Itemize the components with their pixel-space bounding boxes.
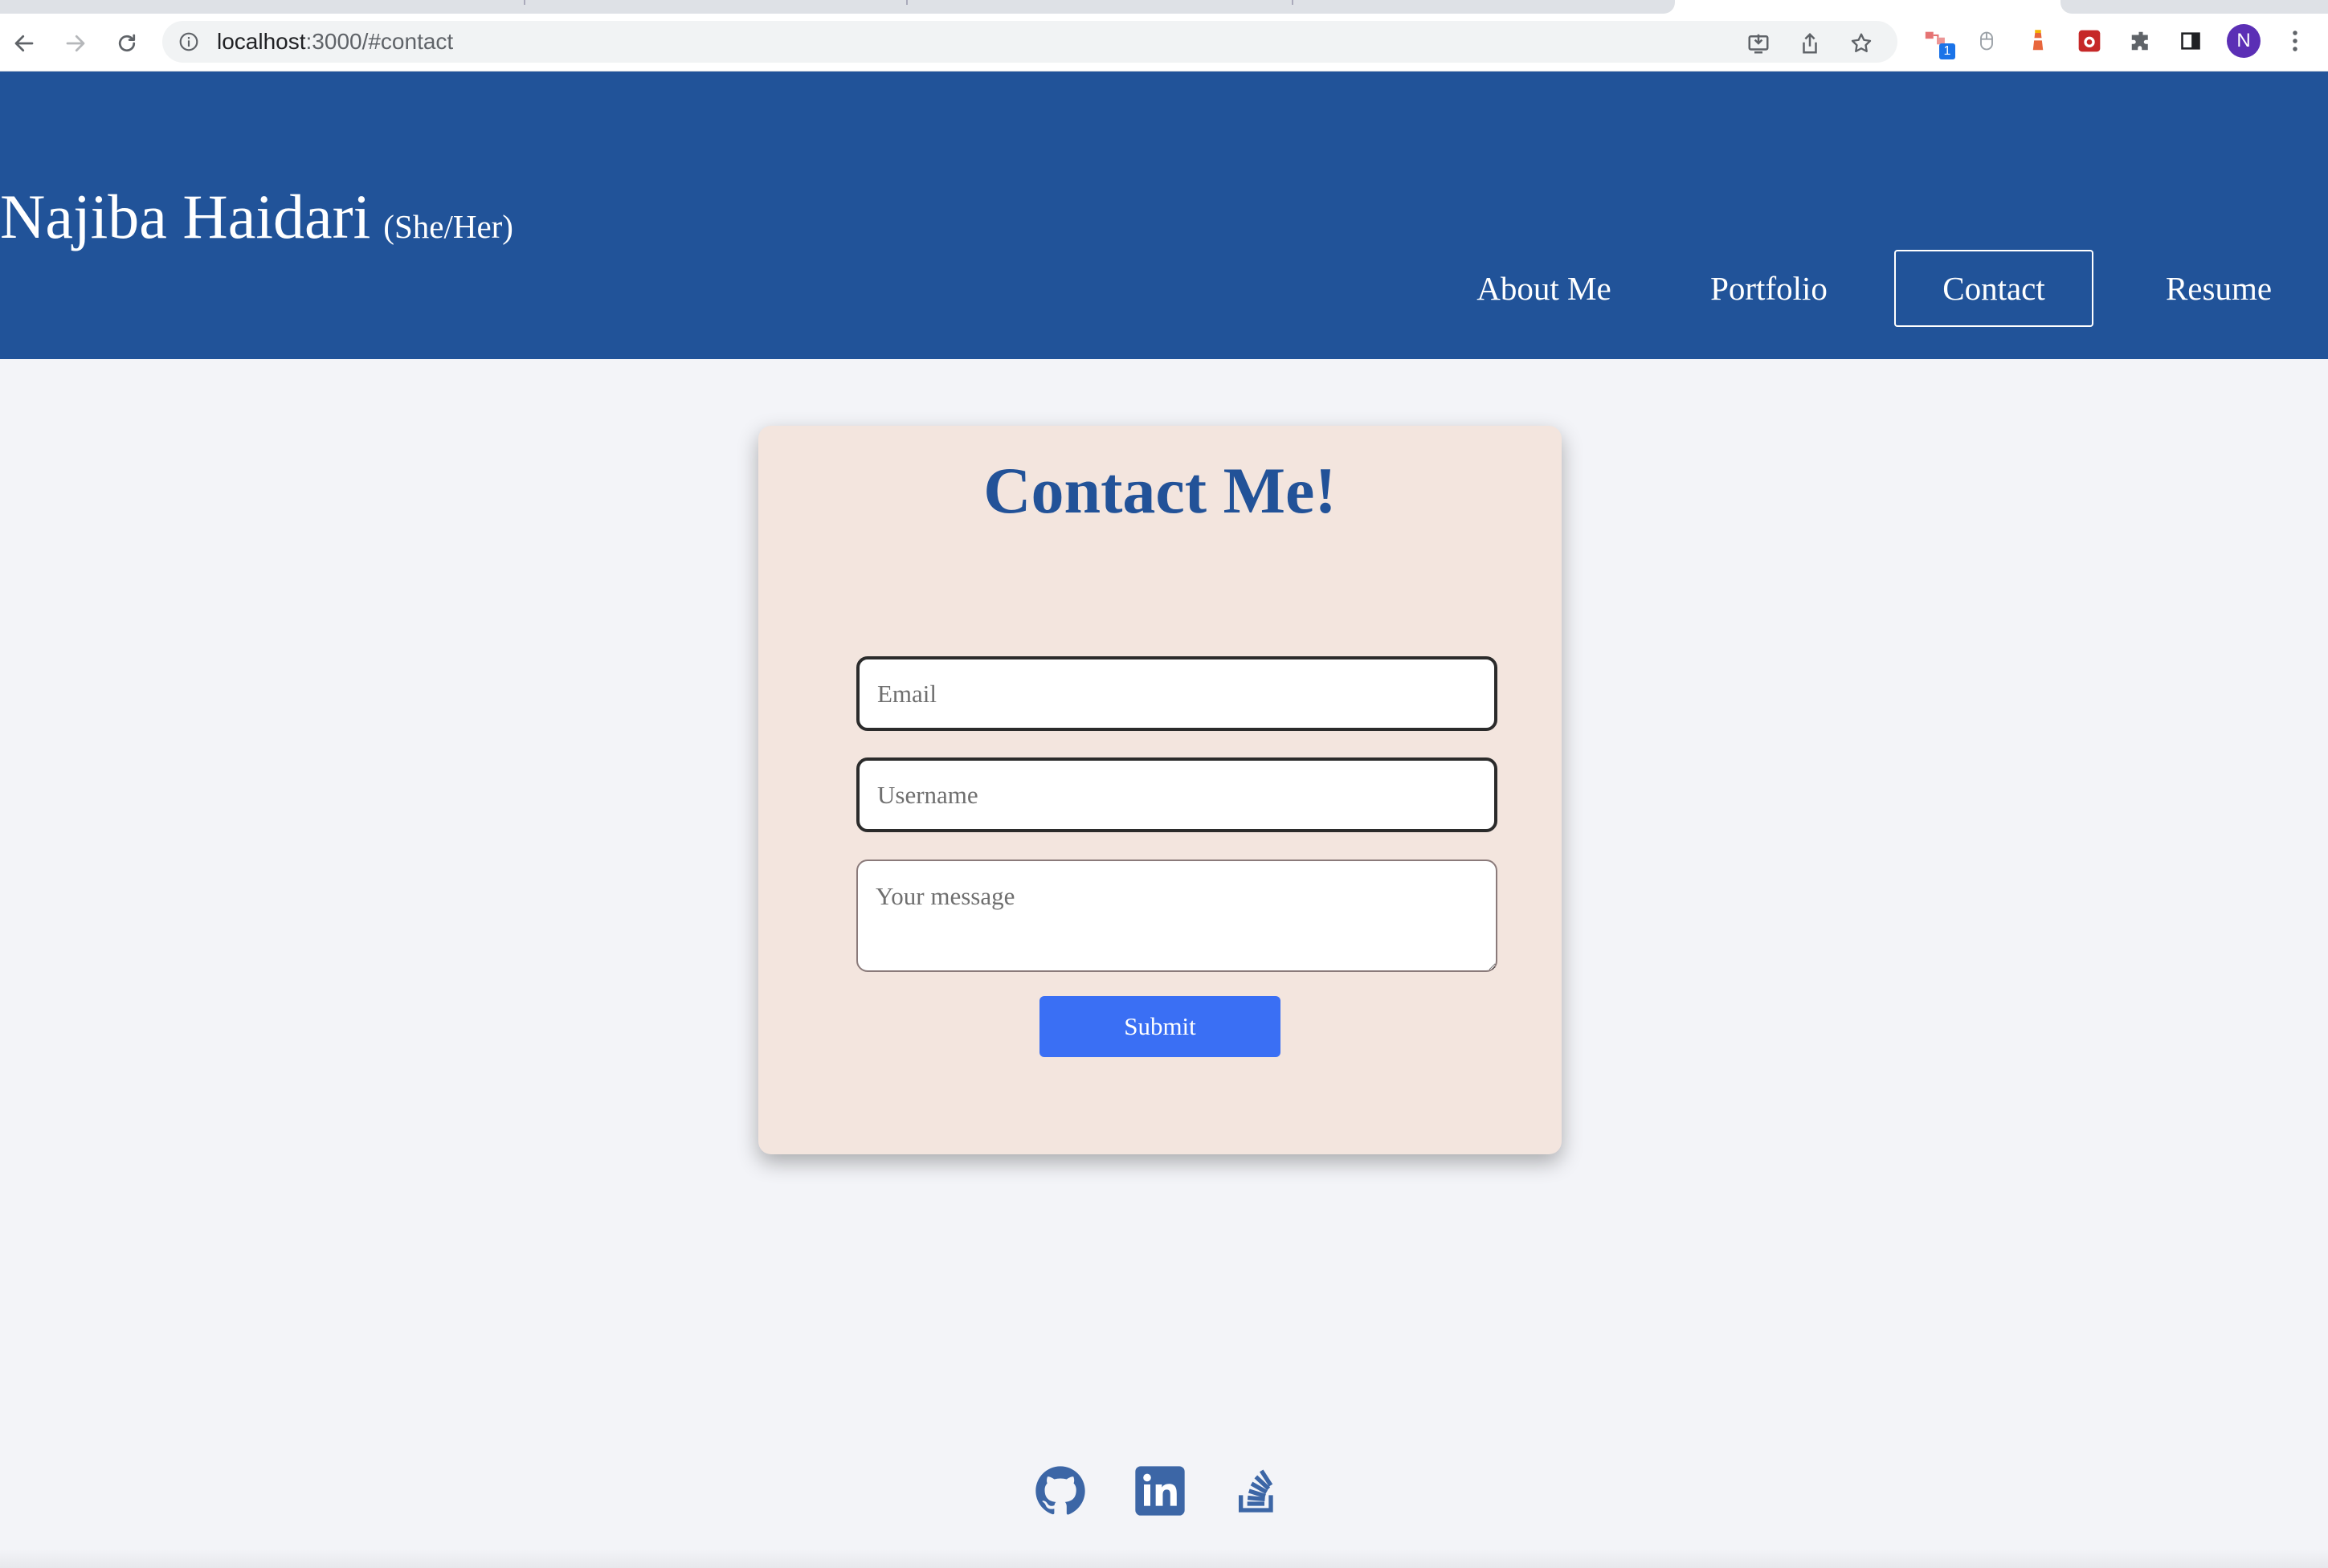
browser-menu-button[interactable] — [2280, 26, 2310, 56]
lighthouse-icon — [2032, 30, 2044, 51]
forward-button[interactable] — [59, 27, 92, 59]
username-field[interactable] — [856, 757, 1497, 832]
browser-toolbar: localhost:3000/#contact 1 N — [0, 14, 2328, 71]
linkedin-icon — [1135, 1466, 1185, 1516]
submit-button[interactable]: Submit — [1039, 996, 1280, 1057]
kebab-menu-icon — [2293, 31, 2297, 51]
install-app-icon[interactable] — [1746, 31, 1771, 55]
mouse-extension-icon[interactable] — [1971, 26, 2002, 56]
stackoverflow-link[interactable] — [1232, 1465, 1284, 1517]
pronouns: (She/Her) — [383, 208, 513, 245]
site-owner-name: Najiba Haidari — [0, 182, 371, 251]
inactive-tabs[interactable] — [0, 0, 1675, 14]
url-path: :3000/#contact — [305, 29, 454, 54]
lighthouse-extension-icon[interactable] — [2023, 26, 2053, 56]
tab-separator — [524, 0, 525, 5]
url-text[interactable]: localhost:3000/#contact — [217, 28, 453, 55]
back-button[interactable] — [8, 27, 40, 59]
site-header: Najiba Haidari (She/Her) About Me Portfol… — [0, 71, 2328, 359]
message-field[interactable] — [856, 860, 1497, 972]
url-host: localhost — [217, 29, 306, 54]
red-extension-icon[interactable] — [2074, 26, 2105, 56]
side-panel-button[interactable] — [2175, 26, 2206, 56]
nav-about-me[interactable]: About Me — [1454, 250, 1634, 327]
nav-resume[interactable]: Resume — [2146, 250, 2291, 327]
site-info-icon[interactable] — [178, 31, 199, 52]
browser-tab-strip — [0, 0, 2328, 14]
reload-button[interactable] — [111, 27, 143, 59]
mouse-icon — [1980, 31, 1993, 51]
stackoverflow-icon — [1239, 1469, 1273, 1513]
extension-badge: 1 — [1939, 43, 1955, 59]
bookmark-star-icon[interactable] — [1849, 31, 1873, 55]
side-panel-icon — [2181, 32, 2200, 50]
nav-portfolio[interactable]: Portfolio — [1687, 250, 1851, 327]
ladybug-extension-icon — [2078, 30, 2101, 52]
footer-edge — [0, 1549, 2328, 1568]
github-link[interactable] — [1035, 1465, 1086, 1517]
nav-contact[interactable]: Contact — [1894, 250, 2093, 327]
back-arrow-icon — [14, 35, 34, 52]
tab-separator — [906, 0, 908, 5]
inactive-tab-right[interactable] — [2060, 0, 2328, 14]
email-field[interactable] — [856, 656, 1497, 731]
tab-separator — [1292, 0, 1293, 5]
contact-title: Contact Me! — [983, 454, 1337, 527]
puzzle-icon — [2131, 31, 2148, 51]
github-icon — [1035, 1466, 1085, 1515]
extension-flow-icon[interactable]: 1 — [1922, 26, 1955, 59]
reload-icon — [118, 34, 136, 52]
linkedin-link[interactable] — [1134, 1465, 1186, 1517]
extensions-button[interactable] — [2126, 26, 2156, 56]
profile-avatar[interactable]: N — [2227, 24, 2261, 58]
contact-card: Contact Me! Submit — [758, 426, 1562, 1154]
forward-arrow-icon — [66, 35, 85, 52]
share-icon[interactable] — [1798, 31, 1822, 55]
site-brand: Najiba Haidari (She/Her) — [0, 181, 513, 253]
address-bar[interactable]: localhost:3000/#contact — [162, 21, 1897, 63]
